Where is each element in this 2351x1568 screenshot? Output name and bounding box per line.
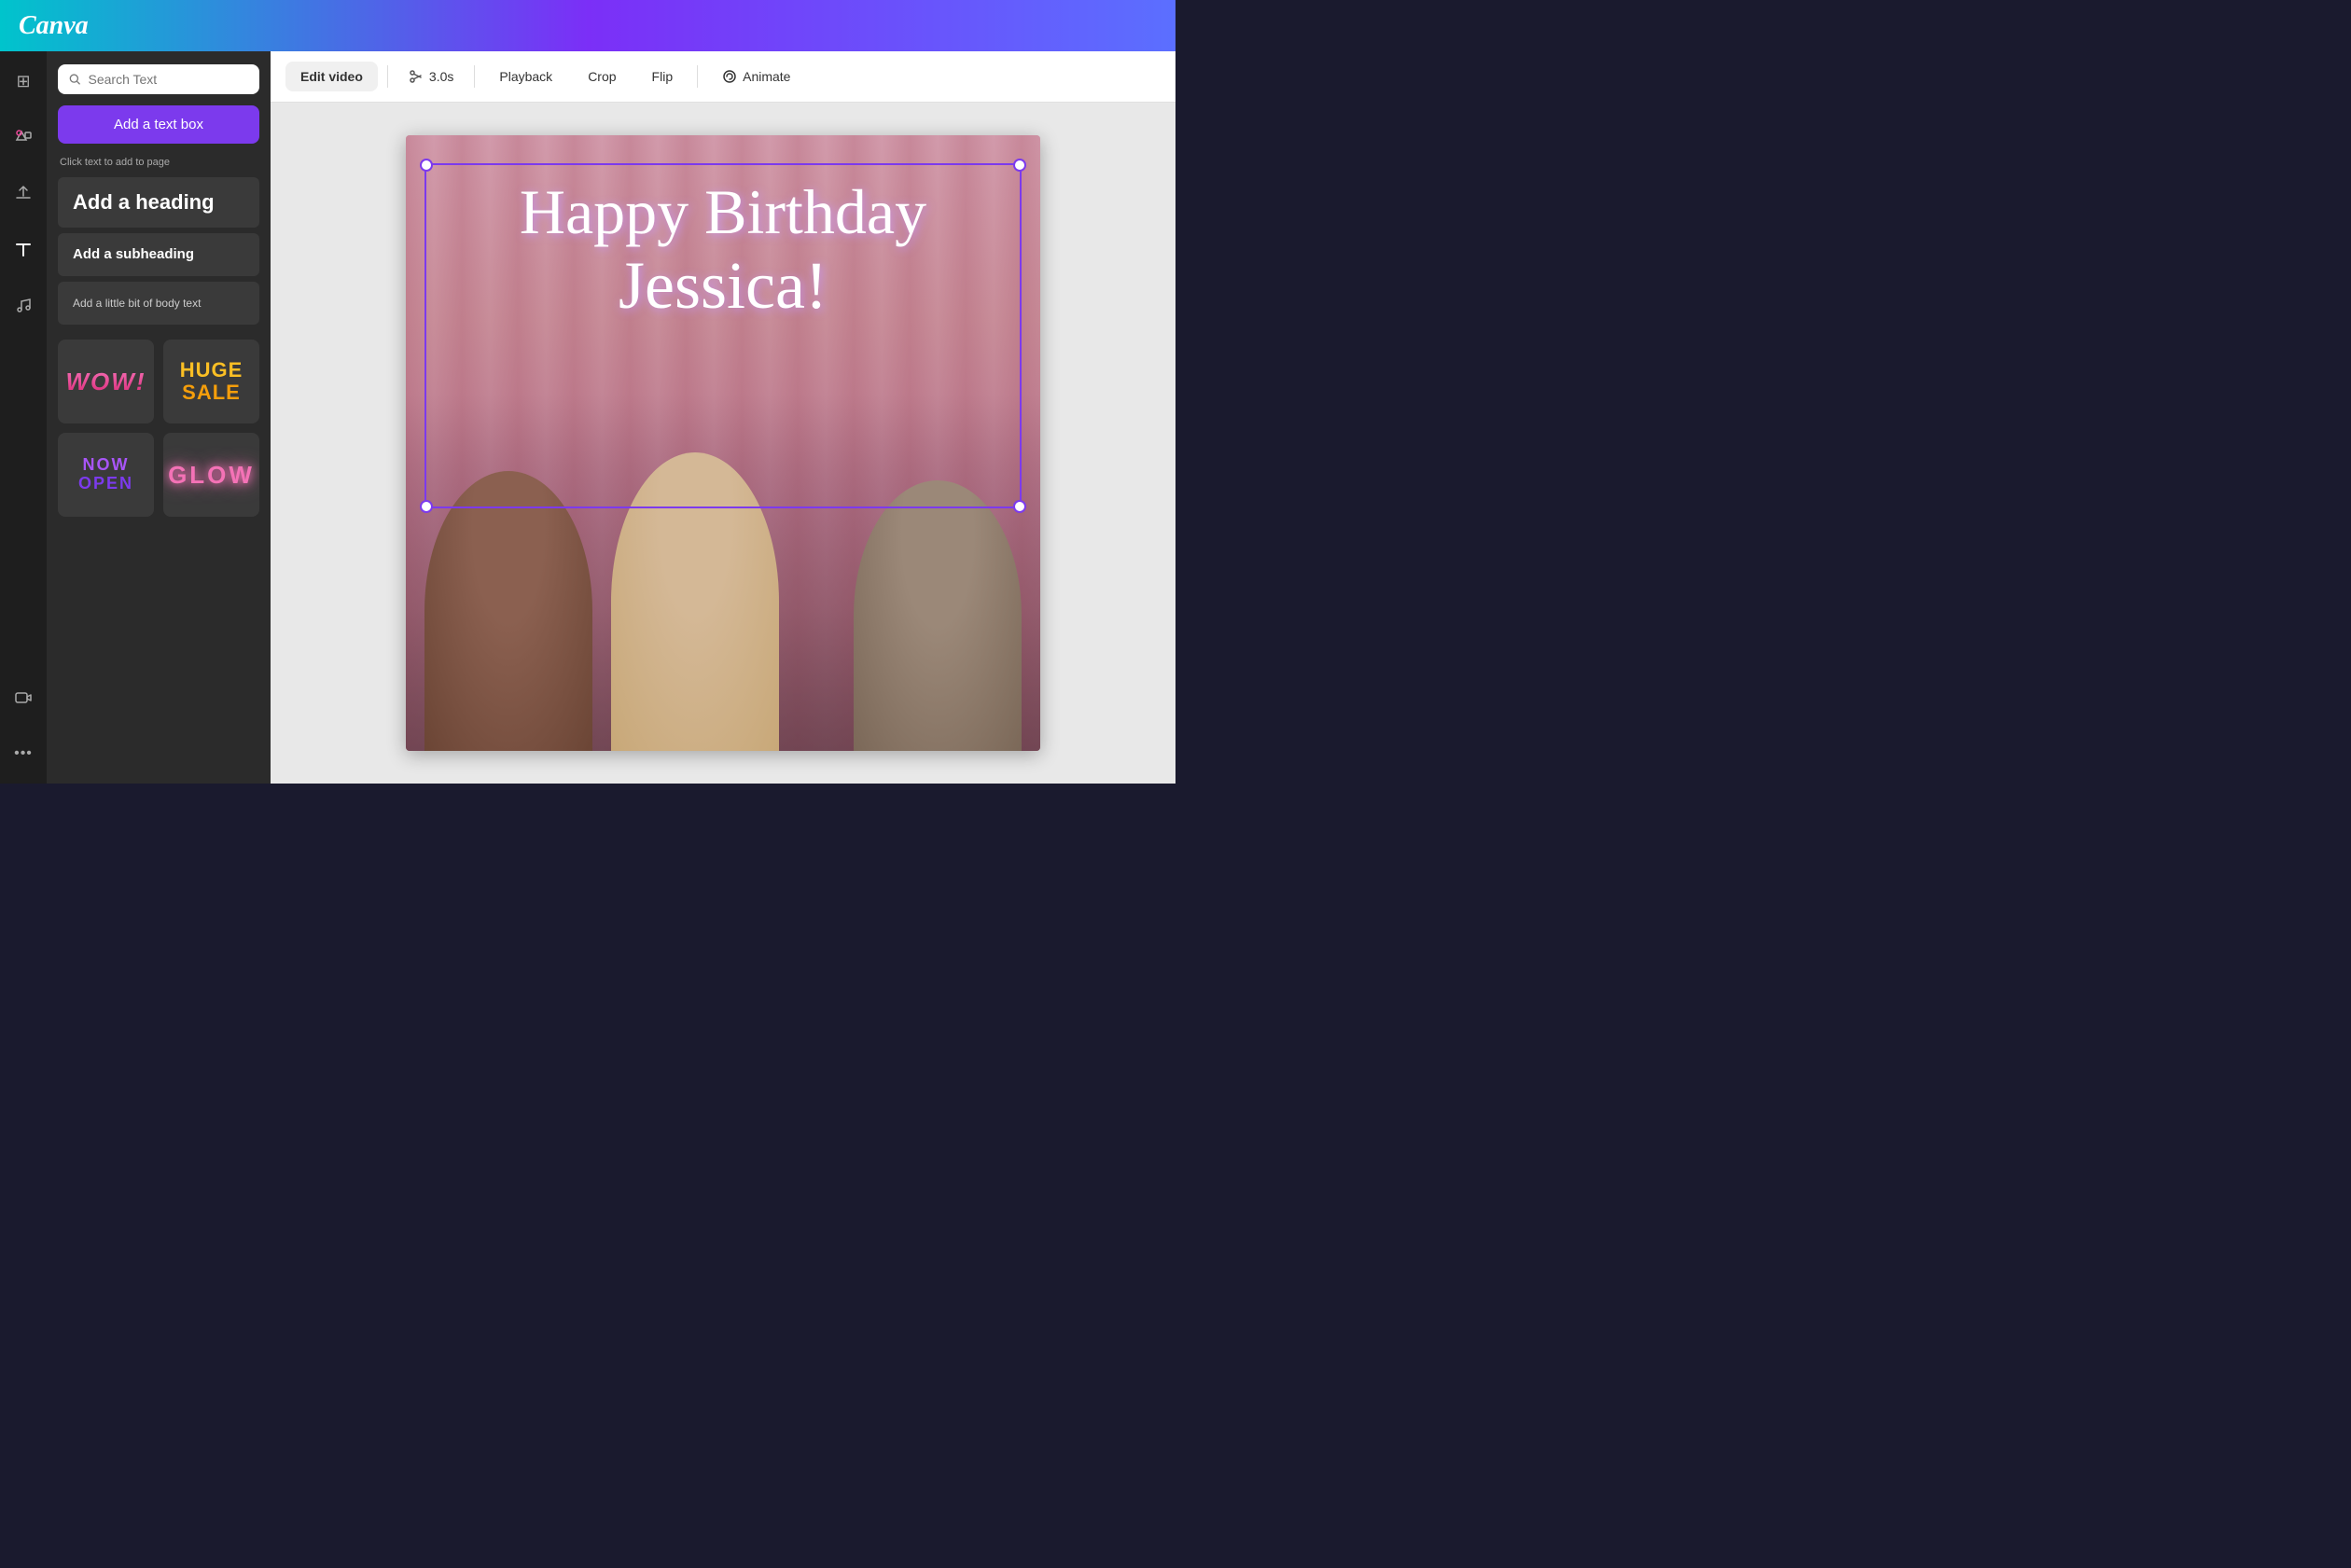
cut-button[interactable]: 3.0s — [397, 62, 465, 91]
style-cards-grid: WOW! HUGE SALE NOW OPEN GLOW — [58, 340, 259, 517]
person-left — [424, 471, 592, 751]
person-right — [854, 480, 1022, 751]
toolbar-divider-2 — [474, 65, 475, 88]
upload-icon[interactable] — [7, 176, 40, 210]
birthday-text-container: Happy Birthday Jessica! — [434, 177, 1012, 325]
video-icon[interactable] — [7, 681, 40, 715]
wow-text: WOW! — [66, 368, 146, 396]
body-style-item[interactable]: Add a little bit of body text — [58, 282, 259, 325]
playback-button[interactable]: Playback — [484, 62, 567, 91]
birthday-line2: Jessica! — [434, 247, 1012, 325]
animate-icon — [722, 69, 737, 84]
music-icon[interactable] — [7, 288, 40, 322]
search-icon — [69, 73, 81, 86]
birthday-line1: Happy Birthday — [434, 177, 1012, 247]
heading-style-item[interactable]: Add a heading — [58, 177, 259, 228]
body-label: Add a little bit of body text — [73, 297, 201, 310]
subheading-style-item[interactable]: Add a subheading — [58, 233, 259, 276]
huge-sale-style-card[interactable]: HUGE SALE — [163, 340, 259, 423]
wow-style-card[interactable]: WOW! — [58, 340, 154, 423]
instruction-label: Click text to add to page — [58, 157, 259, 168]
glow-style-card[interactable]: GLOW — [163, 433, 259, 517]
scissors-icon — [409, 69, 424, 84]
shapes-icon[interactable] — [7, 120, 40, 154]
toolbar: Edit video 3.0s Playback Crop Flip — [271, 51, 1176, 103]
animate-button[interactable]: Animate — [707, 62, 805, 91]
now-open-style-card[interactable]: NOW OPEN — [58, 433, 154, 517]
now-open-text: NOW OPEN — [78, 456, 133, 493]
icon-sidebar: ⊞ — [0, 51, 47, 784]
edit-video-button[interactable]: Edit video — [285, 62, 378, 91]
subheading-label: Add a subheading — [73, 246, 194, 262]
more-icon[interactable]: ••• — [7, 737, 40, 770]
crop-button[interactable]: Crop — [573, 62, 631, 91]
app-header: Canva — [0, 0, 1176, 51]
canva-logo: Canva — [19, 11, 89, 41]
heading-label: Add a heading — [73, 190, 215, 214]
main-layout: ⊞ — [0, 51, 1176, 784]
content-area: Edit video 3.0s Playback Crop Flip — [271, 51, 1176, 784]
search-box — [58, 64, 259, 94]
canvas-area: Happy Birthday Jessica! — [271, 103, 1176, 784]
canvas-frame[interactable]: Happy Birthday Jessica! — [406, 135, 1040, 751]
search-input[interactable] — [89, 72, 249, 87]
glow-text: GLOW — [168, 461, 255, 490]
text-panel: Add a text box Click text to add to page… — [47, 51, 271, 784]
cut-duration: 3.0s — [429, 69, 453, 84]
text-icon[interactable] — [7, 232, 40, 266]
photo-people-area — [406, 394, 1040, 751]
add-textbox-button[interactable]: Add a text box — [58, 105, 259, 144]
animate-label: Animate — [743, 69, 790, 84]
toolbar-divider-3 — [697, 65, 698, 88]
toolbar-divider-1 — [387, 65, 388, 88]
huge-sale-text: HUGE SALE — [180, 359, 243, 404]
grid-icon[interactable]: ⊞ — [7, 64, 40, 98]
person-center — [611, 452, 779, 751]
flip-button[interactable]: Flip — [637, 62, 689, 91]
